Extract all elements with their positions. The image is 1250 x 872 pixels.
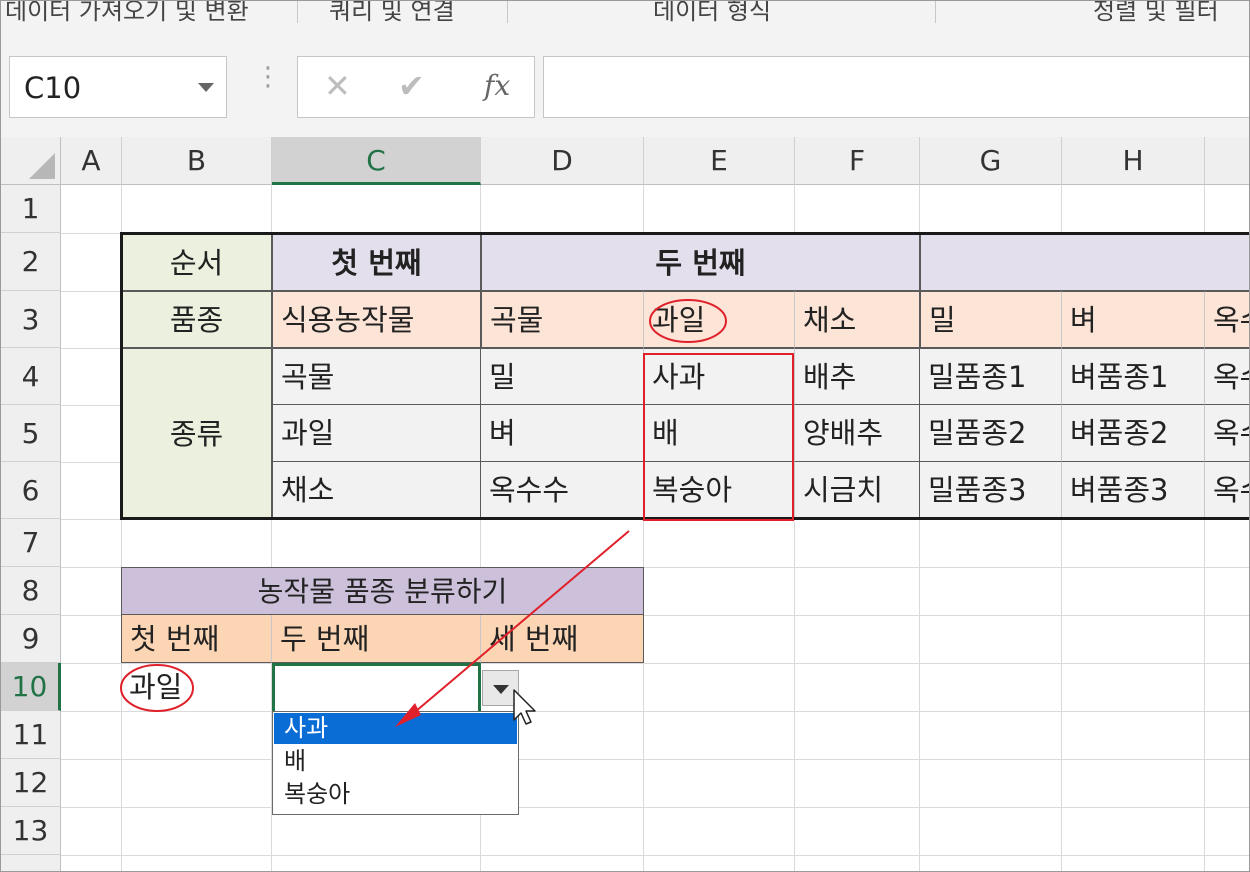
ribbon-group-get-transform: 데이터 가져오기 및 변환 — [5, 1, 249, 25]
ribbon-separator — [297, 1, 298, 23]
insert-function-icon[interactable]: fx — [484, 69, 510, 102]
cell-first-header[interactable]: 첫 번째 — [272, 233, 481, 291]
column-header-d[interactable]: D — [481, 137, 644, 185]
column-header-a[interactable]: A — [61, 137, 122, 185]
cell-g4[interactable]: 밀품종1 — [920, 348, 1062, 405]
cell-c3[interactable]: 식용농작물 — [272, 291, 481, 348]
row-header-10[interactable]: 10 — [1, 663, 61, 711]
cell-i6[interactable]: 옥수수품종3 — [1205, 462, 1249, 519]
row-header-13[interactable]: 13 — [1, 807, 61, 855]
row-header-1[interactable]: 1 — [1, 185, 61, 233]
chevron-down-icon — [493, 685, 509, 694]
cell-h3[interactable]: 벼 — [1062, 291, 1205, 348]
row-header-8[interactable]: 8 — [1, 567, 61, 615]
cell-type-label[interactable]: 종류 — [121, 348, 272, 519]
formula-bar-area: C10 ⋮ ✕ ✔ fx — [1, 31, 1249, 137]
row-header-5[interactable]: 5 — [1, 405, 61, 462]
column-header-e[interactable]: E — [644, 137, 795, 185]
select-all-button[interactable] — [1, 137, 61, 185]
cell-f5[interactable]: 양배추 — [795, 405, 920, 462]
cell-d4[interactable]: 밀 — [481, 348, 644, 405]
ribbon-group-queries: 쿼리 및 연결 — [329, 1, 455, 25]
formula-input[interactable] — [543, 56, 1249, 118]
cell-e6[interactable]: 복숭아 — [644, 462, 795, 519]
cell-f4[interactable]: 배추 — [795, 348, 920, 405]
table2-header-first[interactable]: 첫 번째 — [121, 615, 272, 663]
gridline — [61, 519, 1249, 520]
column-header-c[interactable]: C — [272, 137, 481, 185]
row-header-2[interactable]: 2 — [1, 233, 61, 291]
select-all-icon — [29, 153, 55, 179]
formula-bar-resize-handle[interactable]: ⋮ — [255, 64, 281, 90]
cell-order-label[interactable]: 순서 — [121, 233, 272, 291]
row-header-14[interactable] — [1, 855, 61, 871]
ribbon-group-sort-filter: 정렬 및 필터 — [1093, 1, 1219, 25]
cell-g5[interactable]: 밀품종2 — [920, 405, 1062, 462]
column-header-f[interactable]: F — [795, 137, 920, 185]
row-header-7[interactable]: 7 — [1, 519, 61, 567]
name-box[interactable]: C10 — [9, 56, 227, 118]
cell-g3[interactable]: 밀 — [920, 291, 1062, 348]
cell-f6[interactable]: 시금치 — [795, 462, 920, 519]
ribbon-group-labels: 데이터 가져오기 및 변환 쿼리 및 연결 데이터 형식 정렬 및 필터 — [1, 1, 1249, 32]
row-header-6[interactable]: 6 — [1, 462, 61, 519]
cell-c5[interactable]: 과일 — [272, 405, 481, 462]
ribbon-separator — [935, 1, 936, 23]
table2-title[interactable]: 농작물 품종 분류하기 — [121, 567, 644, 615]
table2-header-third[interactable]: 세 번째 — [481, 615, 644, 663]
cell-h5[interactable]: 벼품종2 — [1062, 405, 1205, 462]
dropdown-option-apple[interactable]: 사과 — [274, 713, 517, 744]
table2-header-second[interactable]: 두 번째 — [272, 615, 481, 663]
chevron-down-icon[interactable] — [198, 83, 214, 92]
name-box-value: C10 — [24, 71, 82, 105]
cell-g6[interactable]: 밀품종3 — [920, 462, 1062, 519]
cell-c4[interactable]: 곡물 — [272, 348, 481, 405]
data-validation-dropdown-button[interactable] — [482, 670, 519, 706]
ribbon-group-data-types: 데이터 형식 — [653, 1, 772, 25]
cell-h6[interactable]: 벼품종3 — [1062, 462, 1205, 519]
row-header-11[interactable]: 11 — [1, 711, 61, 759]
cell-e4[interactable]: 사과 — [644, 348, 795, 405]
cell-c10-selected[interactable] — [272, 663, 481, 714]
cell-third-header[interactable] — [920, 233, 1249, 291]
cancel-icon[interactable]: ✕ — [324, 67, 351, 105]
cell-variety-label[interactable]: 품종 — [121, 291, 272, 348]
cell-h4[interactable]: 벼품종1 — [1062, 348, 1205, 405]
row-header-3[interactable]: 3 — [1, 291, 61, 348]
gridline — [61, 711, 1249, 712]
cell-i4[interactable]: 옥수수품종1 — [1205, 348, 1249, 405]
cell-i3[interactable]: 옥수수 — [1205, 291, 1249, 348]
cell-i5[interactable]: 옥수수품종2 — [1205, 405, 1249, 462]
cell-d3[interactable]: 곡물 — [481, 291, 644, 348]
cell-c6[interactable]: 채소 — [272, 462, 481, 519]
ribbon-separator — [507, 1, 508, 23]
cell-second-header[interactable]: 두 번째 — [481, 233, 920, 291]
column-header-i[interactable] — [1205, 137, 1249, 185]
dropdown-option-peach[interactable]: 복숭아 — [274, 779, 517, 810]
row-header-12[interactable]: 12 — [1, 759, 61, 807]
gridline — [61, 855, 1249, 856]
cell-b10[interactable]: 과일 — [121, 663, 272, 711]
cell-d6[interactable]: 옥수수 — [481, 462, 644, 519]
dropdown-option-pear[interactable]: 배 — [274, 746, 517, 777]
gridline — [61, 759, 1249, 760]
worksheet-grid[interactable]: A B C D E F G H 1 2 3 4 5 6 7 8 9 10 11 … — [1, 137, 1249, 871]
cell-e3[interactable]: 과일 — [644, 291, 795, 348]
column-header-b[interactable]: B — [122, 137, 272, 185]
cell-f3[interactable]: 채소 — [795, 291, 920, 348]
column-header-g[interactable]: G — [920, 137, 1062, 185]
formula-bar-buttons: ✕ ✔ fx — [297, 56, 535, 118]
row-header-9[interactable]: 9 — [1, 615, 61, 663]
row-header-4[interactable]: 4 — [1, 348, 61, 405]
cell-d5[interactable]: 벼 — [481, 405, 644, 462]
cell-e5[interactable]: 배 — [644, 405, 795, 462]
data-validation-list[interactable]: 사과 배 복숭아 — [272, 711, 519, 815]
enter-check-icon[interactable]: ✔ — [398, 67, 425, 105]
column-header-h[interactable]: H — [1062, 137, 1205, 185]
gridline — [61, 807, 1249, 808]
